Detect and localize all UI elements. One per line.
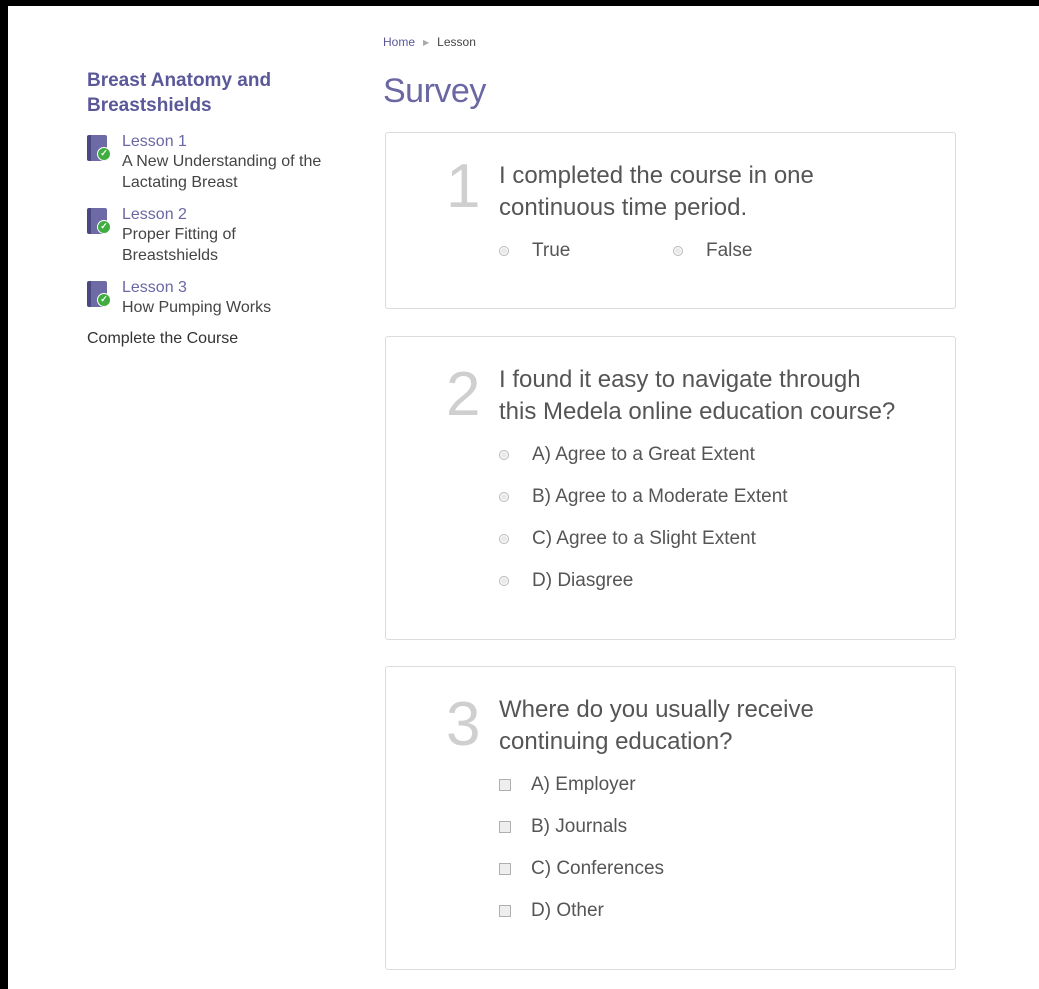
option-b[interactable]: B) Journals — [499, 816, 627, 838]
lesson-name: Proper Fitting of — [122, 226, 236, 243]
question-text-line: Where do you usually receive — [499, 696, 814, 723]
completed-check-icon: ✓ — [97, 293, 111, 307]
option-label: A) Employer — [531, 774, 636, 795]
breadcrumb-home-link[interactable]: Home — [383, 35, 415, 49]
question-text: I completed the course in one continuous… — [499, 160, 814, 224]
question-text-line: continuing education? — [499, 728, 733, 755]
question-text-line: I found it easy to navigate through — [499, 366, 861, 393]
page-frame: Home ▶ Lesson Survey Breast Anatomy and … — [8, 6, 1039, 989]
option-false[interactable]: False — [673, 240, 752, 262]
option-b[interactable]: B) Agree to a Moderate Extent — [499, 486, 788, 508]
course-title-line1: Breast Anatomy and — [87, 70, 272, 91]
checkbox[interactable] — [499, 779, 511, 791]
checkbox[interactable] — [499, 905, 511, 917]
radio-button[interactable] — [499, 492, 509, 502]
question-card-1: 1 I completed the course in one continuo… — [385, 132, 956, 309]
option-c[interactable]: C) Conferences — [499, 858, 664, 880]
sidebar-item-lesson-1[interactable]: ✓ Lesson 1 A New Understanding of the La… — [87, 132, 377, 193]
option-a[interactable]: A) Agree to a Great Extent — [499, 444, 755, 466]
question-text-line: this Medela online education course? — [499, 398, 896, 425]
question-text: Where do you usually receive continuing … — [499, 694, 814, 758]
question-card-2: 2 I found it easy to navigate through th… — [385, 336, 956, 640]
lesson-name: How Pumping Works — [122, 299, 272, 316]
option-label: A) Agree to a Great Extent — [532, 444, 755, 465]
question-number: 3 — [446, 690, 481, 759]
lesson-name: Lactating Breast — [122, 174, 238, 191]
sidebar-item-lesson-3[interactable]: ✓ Lesson 3 How Pumping Works — [87, 278, 377, 318]
option-true[interactable]: True — [499, 240, 570, 262]
checkbox[interactable] — [499, 863, 511, 875]
option-c[interactable]: C) Agree to a Slight Extent — [499, 528, 756, 550]
question-card-3: 3 Where do you usually receive continuin… — [385, 666, 956, 970]
option-label: B) Journals — [531, 816, 628, 837]
option-d[interactable]: D) Diasgree — [499, 570, 633, 592]
lesson-list: ✓ Lesson 1 A New Understanding of the La… — [87, 132, 377, 318]
radio-button[interactable] — [499, 450, 509, 460]
option-label: C) Conferences — [531, 858, 665, 879]
lesson-name: Breastshields — [122, 247, 219, 264]
breadcrumb-current: Lesson — [437, 35, 476, 49]
course-title-line2: Breastshields — [87, 95, 212, 116]
question-number: 2 — [446, 360, 481, 429]
breadcrumb-chevron-icon: ▶ — [423, 37, 430, 47]
page-title: Survey — [383, 72, 486, 110]
question-number: 1 — [446, 152, 481, 221]
option-d[interactable]: D) Other — [499, 900, 604, 922]
breadcrumb: Home ▶ Lesson — [383, 35, 476, 49]
question-text-line: I completed the course in one — [499, 162, 814, 189]
completed-check-icon: ✓ — [97, 147, 111, 161]
question-text-line: continuous time period. — [499, 194, 748, 221]
radio-button[interactable] — [673, 246, 683, 256]
course-sidebar: Breast Anatomy and Breastshields ✓ Lesso… — [87, 68, 377, 348]
option-a[interactable]: A) Employer — [499, 774, 636, 796]
question-text: I found it easy to navigate through this… — [499, 364, 895, 428]
course-title: Breast Anatomy and Breastshields — [87, 68, 377, 118]
option-label: C) Agree to a Slight Extent — [532, 528, 756, 549]
checkbox[interactable] — [499, 821, 511, 833]
radio-button[interactable] — [499, 534, 509, 544]
option-label: False — [706, 240, 753, 261]
option-label: True — [532, 240, 571, 261]
completed-check-icon: ✓ — [97, 220, 111, 234]
sidebar-item-lesson-2[interactable]: ✓ Lesson 2 Proper Fitting of Breastshiel… — [87, 205, 377, 266]
lesson-name: A New Understanding of the — [122, 153, 322, 170]
option-label: B) Agree to a Moderate Extent — [532, 486, 788, 507]
complete-course-link[interactable]: Complete the Course — [87, 330, 377, 348]
lesson-number[interactable]: Lesson 3 — [122, 278, 377, 297]
lesson-number[interactable]: Lesson 1 — [122, 132, 377, 151]
option-label: D) Other — [531, 900, 604, 921]
lesson-number[interactable]: Lesson 2 — [122, 205, 377, 224]
option-label: D) Diasgree — [532, 570, 634, 591]
radio-button[interactable] — [499, 576, 509, 586]
radio-button[interactable] — [499, 246, 509, 256]
